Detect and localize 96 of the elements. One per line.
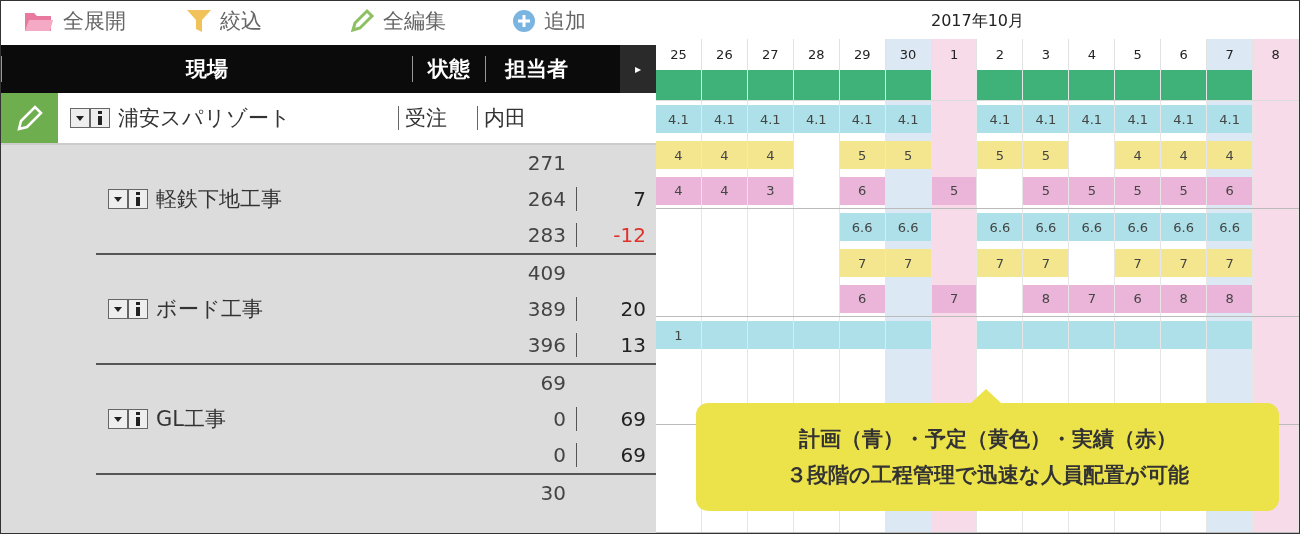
allocation-chip: 6.6	[885, 213, 931, 241]
allocation-chip: 4	[701, 176, 747, 205]
count-text: 69	[539, 371, 567, 395]
day-header: 1	[931, 38, 978, 70]
allocation-chip: 7	[839, 249, 885, 277]
allocation-chip: 6.6	[977, 213, 1023, 241]
allocation-chip: 4.1	[1069, 105, 1115, 133]
expand-caret-icon[interactable]	[108, 409, 128, 429]
allocation-chip: 7	[1069, 284, 1115, 313]
info-icon[interactable]	[90, 108, 110, 128]
next-button[interactable]: ▸	[620, 45, 656, 93]
allocation-chip: 4.1	[1115, 105, 1161, 133]
count-text: 389	[526, 297, 567, 321]
allocation-chip: 6	[1115, 284, 1161, 313]
info-icon[interactable]	[128, 189, 148, 209]
allocation-chip: 8	[1023, 284, 1069, 313]
allocation-chip: 1	[656, 321, 701, 349]
allocation-chip: 8	[1207, 284, 1253, 313]
allocation-chip: 4.1	[977, 105, 1023, 133]
allocation-chip: 6	[839, 284, 885, 313]
expand-caret-icon[interactable]	[108, 299, 128, 319]
allocation-chip: 6.6	[839, 213, 885, 241]
allocation-chip: 8	[1161, 284, 1207, 313]
month-title: 2017年10月	[929, 10, 1026, 32]
column-header: 担当者	[503, 56, 569, 83]
allocation-chip: 7	[977, 249, 1023, 277]
toolbar-button[interactable]: 追加	[490, 1, 653, 41]
count-text: 30	[539, 481, 567, 505]
allocation-chip: 5	[931, 176, 977, 205]
allocation-chip: 5	[1115, 176, 1161, 205]
allocation-chip: 4	[1207, 141, 1253, 169]
allocation-chip: 7	[885, 249, 931, 277]
expand-caret-icon[interactable]	[108, 189, 128, 209]
count-text: 0	[552, 407, 567, 431]
allocation-chip: 4.1	[747, 105, 793, 133]
expand-caret-icon[interactable]	[70, 108, 90, 128]
task-name: 軽鉄下地工事	[156, 186, 282, 213]
toolbar-button[interactable]: 絞込	[164, 1, 327, 41]
count-text: 271	[526, 151, 567, 175]
day-header: 30	[885, 38, 932, 70]
allocation-chip: 5	[1023, 141, 1069, 169]
allocation-chip: 4.1	[839, 105, 885, 133]
edit-button[interactable]	[1, 93, 58, 143]
day-header: 7	[1207, 38, 1254, 70]
allocation-chip: 6	[839, 176, 885, 205]
allocation-chip: 5	[977, 141, 1023, 169]
count-text: 396	[526, 333, 567, 357]
allocation-chip: 4	[1115, 141, 1161, 169]
toolbar-button[interactable]: 全展開	[1, 1, 164, 41]
allocation-chip: 6.6	[1023, 213, 1069, 241]
allocation-chip: 5	[885, 141, 931, 169]
allocation-chip: 4.1	[701, 105, 747, 133]
allocation-chip: 6.6	[1069, 213, 1115, 241]
allocation-chip: 5	[839, 141, 885, 169]
allocation-chip: 4	[656, 141, 701, 169]
allocation-chip: 5	[1069, 176, 1115, 205]
allocation-chip: 6.6	[1207, 213, 1253, 241]
allocation-chip: 7	[931, 284, 977, 313]
status-text: 受注	[398, 106, 477, 130]
allocation-chip: 7	[1115, 249, 1161, 277]
allocation-chip: 4	[747, 141, 793, 169]
count-text: 283	[526, 223, 567, 247]
day-header: 8	[1253, 38, 1299, 70]
callout-text: ３段階の工程管理で迅速な人員配置が可能	[786, 462, 1189, 489]
allocation-chip: 7	[1207, 249, 1253, 277]
allocation-chip: 4.1	[793, 105, 839, 133]
column-header: 現場	[184, 56, 229, 83]
toolbar-button[interactable]: 全編集	[327, 1, 490, 41]
count-text: 409	[526, 261, 567, 285]
allocation-chip: 6	[1207, 176, 1253, 205]
allocation-chip: 5	[1161, 176, 1207, 205]
info-icon[interactable]	[128, 409, 148, 429]
info-icon[interactable]	[128, 299, 148, 319]
allocation-chip: 3	[747, 176, 793, 205]
allocation-chip: 6.6	[1161, 213, 1207, 241]
allocation-chip: 4.1	[656, 105, 701, 133]
count-text: 264	[526, 187, 567, 211]
allocation-chip: 4.1	[1023, 105, 1069, 133]
allocation-chip: 4.1	[885, 105, 931, 133]
allocation-chip: 4	[656, 176, 701, 205]
assignee-text: 内田	[477, 106, 564, 130]
site-name: 浦安スパリゾート	[118, 105, 292, 132]
task-name: ボード工事	[156, 296, 263, 323]
allocation-chip: 4	[1161, 141, 1207, 169]
allocation-chip: 4	[701, 141, 747, 169]
allocation-chip: 4.1	[1161, 105, 1207, 133]
allocation-chip: 7	[1161, 249, 1207, 277]
count-text: 0	[552, 443, 567, 467]
pencil-icon	[14, 103, 45, 133]
allocation-chip: 6.6	[1115, 213, 1161, 241]
column-header: 状態	[426, 56, 471, 83]
allocation-chip: 5	[1023, 176, 1069, 205]
allocation-chip: 4.1	[1207, 105, 1253, 133]
task-name: GL工事	[156, 406, 226, 433]
allocation-chip: 7	[1023, 249, 1069, 277]
callout-text: 計画（青）・予定（黄色）・実績（赤）	[798, 426, 1177, 453]
